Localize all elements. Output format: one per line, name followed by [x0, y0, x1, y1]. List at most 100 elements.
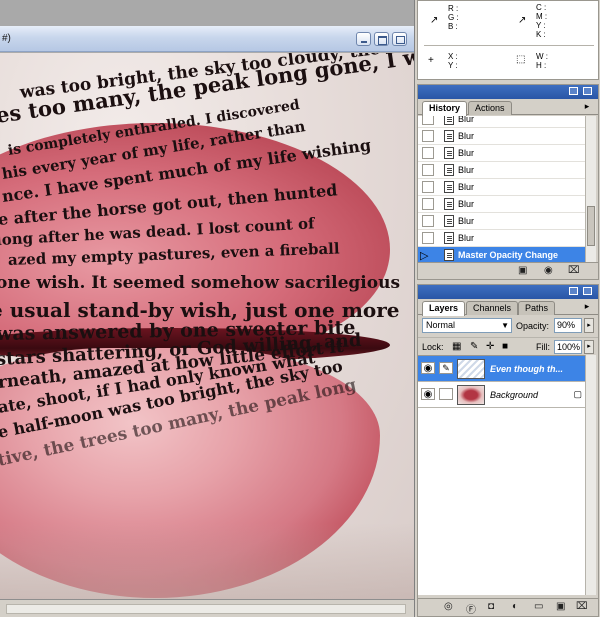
blend-mode-value: Normal: [426, 320, 456, 330]
history-item[interactable]: ▷ Master Opacity Change: [418, 247, 586, 263]
brush-icon[interactable]: ✎: [439, 362, 453, 374]
restore-button[interactable]: [392, 32, 407, 46]
lock-all-icon[interactable]: ■: [502, 341, 508, 352]
history-item-label: Blur: [458, 199, 475, 209]
rgb-labels: R : G : B :: [448, 4, 459, 31]
panels-column: ↗ R : G : B : ↗ C : M : Y : K : + X : Y …: [414, 0, 600, 617]
panel-close-icon[interactable]: [583, 287, 592, 295]
image-canvas[interactable]: was too bright, the sky too cloudy, the e…: [0, 53, 414, 599]
crosshair-icon: +: [428, 55, 434, 66]
camera-snapshot-icon[interactable]: ◉: [544, 265, 553, 276]
history-item-label: Blur: [458, 116, 475, 124]
tab-layers[interactable]: Layers: [422, 301, 466, 316]
panel-close-icon[interactable]: [583, 87, 592, 95]
history-item-label: Master Opacity Change: [458, 250, 559, 260]
lock-image-icon[interactable]: ✎: [470, 341, 478, 352]
trash-icon[interactable]: ⌧: [568, 265, 580, 276]
link-box[interactable]: [439, 388, 453, 400]
lock-icon: ▢: [573, 389, 582, 399]
history-source-checkbox[interactable]: [422, 198, 434, 210]
history-item-label: Blur: [458, 148, 475, 158]
lock-transparent-icon[interactable]: ▦: [452, 341, 461, 352]
layer-row-background[interactable]: ◉ Background ▢: [418, 382, 586, 408]
layers-scrollbar[interactable]: [585, 355, 596, 595]
layer-mask-icon[interactable]: ◘: [488, 601, 494, 612]
info-panel: ↗ R : G : B : ↗ C : M : Y : K : + X : Y …: [417, 0, 599, 80]
layers-panel-header[interactable]: [418, 285, 598, 299]
history-item[interactable]: Blur: [418, 128, 586, 145]
history-source-checkbox[interactable]: [422, 116, 434, 125]
document-titlebar[interactable]: #): [0, 26, 414, 52]
layer-thumbnail: [457, 359, 485, 379]
layer-row-text[interactable]: ◉ ✎ Even though th...: [418, 356, 586, 382]
history-source-checkbox[interactable]: [422, 181, 434, 193]
history-state-icon: [444, 147, 454, 159]
history-source-checkbox[interactable]: [422, 147, 434, 159]
eyedropper-icon: ↗: [430, 15, 439, 26]
history-state-icon: [444, 198, 454, 210]
history-state-icon: [444, 232, 454, 244]
new-group-icon[interactable]: ▭: [534, 601, 543, 612]
chin-area: [0, 523, 414, 599]
fill-label: Fill:: [536, 342, 550, 352]
eye-icon[interactable]: ◉: [421, 388, 435, 400]
history-item-label: Blur: [458, 165, 475, 175]
history-item[interactable]: Blur: [418, 116, 586, 128]
lock-row: Lock: ▦ ✎ ✛ ■ Fill: 100% ▸: [418, 337, 598, 355]
tab-channels[interactable]: Channels: [466, 301, 519, 315]
adjustment-layer-icon[interactable]: ◐: [512, 601, 518, 612]
workspace-background: [0, 0, 414, 26]
maximize-button[interactable]: [374, 32, 389, 46]
scroll-thumb[interactable]: [587, 206, 595, 246]
history-item[interactable]: Blur: [418, 145, 586, 162]
history-item-label: Blur: [458, 131, 475, 141]
layer-name: Background: [490, 390, 539, 400]
tab-actions[interactable]: Actions: [468, 101, 512, 115]
panel-menu-icon[interactable]: ▸: [581, 102, 593, 112]
history-tab-row: History Actions: [418, 99, 598, 116]
tab-paths[interactable]: Paths: [518, 301, 556, 315]
history-source-checkbox[interactable]: [422, 130, 434, 142]
lock-label: Lock:: [422, 342, 444, 352]
history-panel-header[interactable]: [418, 85, 598, 99]
document-statusbar: [0, 599, 414, 617]
history-state-icon: [444, 116, 454, 125]
layer-name: Even though th...: [490, 364, 563, 374]
opacity-slider-button[interactable]: ▸: [584, 318, 594, 333]
history-state-icon: [444, 181, 454, 193]
history-item[interactable]: Blur: [418, 230, 586, 247]
blend-mode-select[interactable]: Normal ▼: [422, 318, 512, 333]
new-layer-icon[interactable]: ▣: [556, 601, 565, 612]
link-layers-icon[interactable]: ◎: [444, 601, 453, 612]
history-item[interactable]: Blur: [418, 196, 586, 213]
fill-slider-button[interactable]: ▸: [584, 340, 594, 354]
history-source-checkbox[interactable]: [422, 164, 434, 176]
history-footer: ▣ ◉ ⌧: [418, 262, 598, 279]
history-item[interactable]: Blur: [418, 213, 586, 230]
eye-icon[interactable]: ◉: [421, 362, 435, 374]
trash-icon[interactable]: ⌧: [576, 601, 588, 612]
new-document-from-state-icon[interactable]: ▣: [518, 265, 527, 276]
panel-minimize-icon[interactable]: [569, 287, 578, 295]
panel-minimize-icon[interactable]: [569, 87, 578, 95]
panel-menu-icon[interactable]: ▸: [581, 302, 593, 312]
opacity-input[interactable]: 90%: [554, 318, 582, 333]
history-item[interactable]: Blur: [418, 162, 586, 179]
history-brush-icon[interactable]: ▷: [420, 249, 428, 262]
marquee-size-icon: ⬚: [516, 54, 526, 65]
opacity-label: Opacity:: [516, 321, 550, 331]
minimize-button[interactable]: [356, 32, 371, 46]
history-source-checkbox[interactable]: [422, 232, 434, 244]
history-scrollbar[interactable]: [585, 116, 596, 263]
cmyk-labels: C : M : Y : K :: [536, 3, 548, 39]
history-list: Blur Blur Blur Blur Blur Blur Blur Blur ▷ Master …: [418, 116, 586, 263]
fill-input[interactable]: 100%: [554, 340, 582, 354]
history-item[interactable]: Blur: [418, 179, 586, 196]
layer-style-icon[interactable]: Ⓕ: [466, 601, 476, 616]
horizontal-scrollbar[interactable]: [6, 604, 406, 614]
info-divider: [424, 45, 594, 46]
lock-position-icon[interactable]: ✛: [486, 341, 494, 352]
tab-history[interactable]: History: [422, 101, 468, 116]
history-source-checkbox[interactable]: [422, 215, 434, 227]
history-panel: History Actions ▸ Blur Blur Blur Blur Blur Bl…: [417, 84, 599, 280]
